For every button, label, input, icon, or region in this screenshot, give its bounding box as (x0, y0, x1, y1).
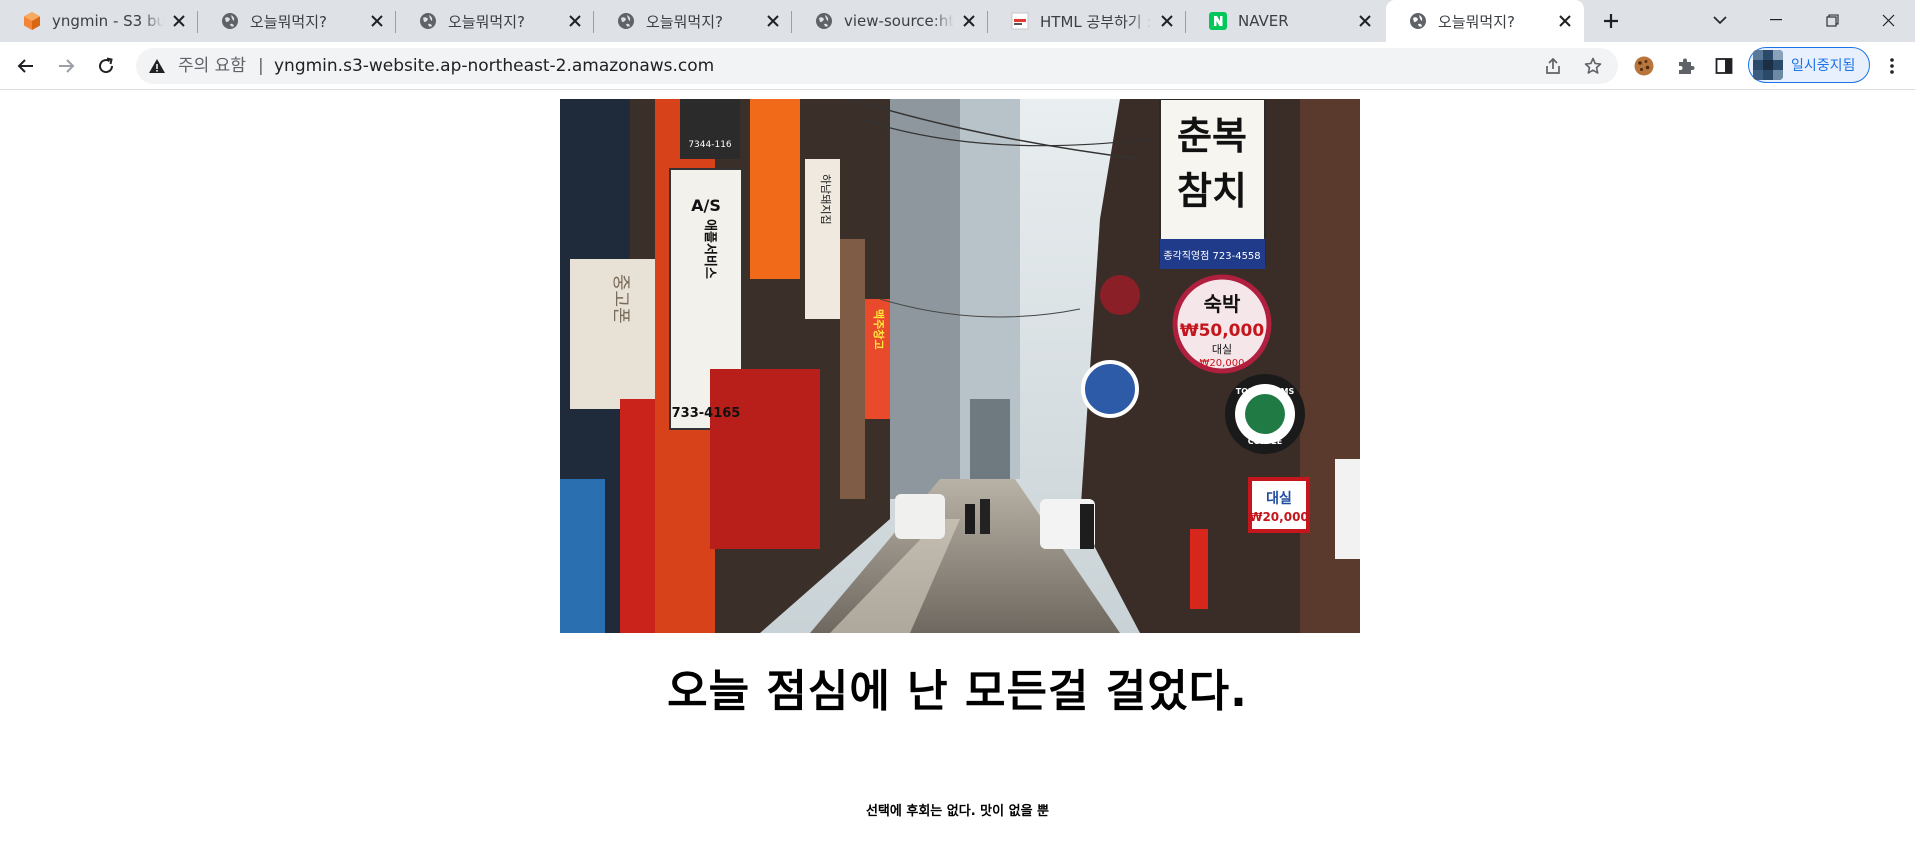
close-icon[interactable] (1556, 12, 1574, 30)
avatar (1753, 50, 1783, 80)
tab-ohneul-2[interactable]: 오늘뭐먹지? (396, 0, 594, 42)
page-content: 춘복 참치 종각직영점 723-4558 숙박 ₩50,000 대실 ₩20,0… (0, 90, 1915, 857)
sign-text: ₩50,000 (1180, 321, 1265, 341)
sign-text: 7344-116 (688, 140, 732, 150)
profile-status-label: 일시중지됨 (1791, 58, 1856, 74)
cookie-extension-button[interactable] (1628, 50, 1660, 82)
minimize-icon (1770, 19, 1782, 21)
sign-text: ₩20,000 (1200, 358, 1245, 369)
tab-ohneul-active[interactable]: 오늘뭐먹지? (1386, 0, 1584, 42)
url-text[interactable]: yngmin.s3-website.ap-northeast-2.amazona… (274, 48, 714, 84)
tab-title: yngmin - S3 bucket (52, 12, 164, 30)
sign-text: TOM N TOMS (1236, 387, 1295, 396)
share-icon (1546, 57, 1560, 74)
site-favicon (1010, 11, 1030, 31)
puzzle-icon (1679, 58, 1695, 74)
aws-s3-icon (22, 11, 42, 31)
sign-text: 733-4165 (672, 406, 741, 421)
close-window-button[interactable] (1860, 0, 1915, 40)
minimize-button[interactable] (1748, 0, 1804, 40)
globe-icon (418, 11, 438, 31)
warning-icon[interactable] (148, 57, 166, 75)
globe-icon (616, 11, 636, 31)
close-icon[interactable] (764, 12, 782, 30)
omnibox-divider: | (258, 56, 264, 76)
sign-text: 춘복 (1177, 114, 1247, 158)
close-icon[interactable] (1158, 12, 1176, 30)
reload-icon (99, 57, 114, 74)
tab-strip: yngmin - S3 bucket 오늘뭐먹지? 오늘뭐먹지? 오늘뭐먹지? … (0, 0, 1915, 42)
tab-ohneul-3[interactable]: 오늘뭐먹지? (594, 0, 792, 42)
tab-title: NAVER (1238, 12, 1289, 30)
sign-text: 중고폰 (610, 274, 631, 324)
close-icon[interactable] (368, 12, 386, 30)
close-icon (1882, 14, 1894, 26)
tab-title: 오늘뭐먹지? (448, 12, 525, 31)
sign-text: 하남돼지집 (819, 174, 833, 225)
tab-title: 오늘뭐먹지? (646, 12, 723, 31)
close-icon[interactable] (170, 12, 188, 30)
globe-icon (220, 11, 240, 31)
bookmark-button[interactable] (1578, 51, 1608, 81)
arrow-right-icon (59, 59, 75, 73)
address-bar[interactable]: 주의 요함 | yngmin.s3-website.ap-northeast-2… (136, 48, 1618, 84)
restore-icon (1825, 13, 1839, 27)
back-button[interactable] (10, 50, 42, 82)
star-icon (1584, 57, 1602, 74)
hero-image: 춘복 참치 종각직영점 723-4558 숙박 ₩50,000 대실 ₩20,0… (560, 99, 1360, 633)
plus-icon (1604, 14, 1618, 28)
close-icon[interactable] (960, 12, 978, 30)
tab-naver[interactable]: NAVER (1186, 0, 1384, 42)
security-status[interactable]: 주의 요함 (178, 48, 246, 84)
reload-button[interactable] (90, 50, 122, 82)
tab-title: 오늘뭐먹지? (1438, 12, 1515, 31)
side-panel-icon (1715, 58, 1733, 74)
sign-text: 참치 (1177, 169, 1247, 213)
naver-icon (1208, 11, 1228, 31)
tab-title: view-source:http:// (844, 12, 954, 30)
forward-button[interactable] (50, 50, 82, 82)
extensions-button[interactable] (1670, 50, 1702, 82)
sign-text: 맥주창고 (872, 309, 886, 349)
sign-text: COFFEE (1248, 437, 1283, 446)
sign-text: A/S (691, 196, 721, 215)
tab-title: 오늘뭐먹지? (250, 12, 327, 31)
share-button[interactable] (1538, 51, 1568, 81)
arrow-left-icon (17, 59, 33, 73)
tab-ohneul-1[interactable]: 오늘뭐먹지? (198, 0, 396, 42)
tab-aws-s3[interactable]: yngmin - S3 bucket (0, 0, 198, 42)
side-panel-button[interactable] (1708, 50, 1740, 82)
sign-text: 종각직영점 723-4558 (1163, 250, 1260, 262)
sign-text: ₩20,000 (1249, 510, 1309, 524)
profile-paused-button[interactable]: 일시중지됨 (1748, 47, 1870, 83)
globe-icon (814, 11, 834, 31)
tab-view-source[interactable]: view-source:http:// (792, 0, 988, 42)
close-icon[interactable] (566, 12, 584, 30)
menu-button[interactable] (1876, 50, 1908, 82)
restore-button[interactable] (1804, 0, 1860, 40)
chevron-down-icon (1713, 16, 1727, 25)
sign-text: 숙박 (1204, 292, 1241, 316)
sign-text: 대실 (1212, 343, 1232, 356)
sign-text: 애플서비스 (702, 219, 718, 279)
page-headline: 오늘 점심에 난 모든걸 걸었다. (667, 666, 1248, 717)
close-icon[interactable] (1356, 12, 1374, 30)
cookie-icon (1634, 56, 1654, 76)
more-vert-icon (1890, 58, 1894, 74)
new-tab-button[interactable] (1596, 6, 1626, 36)
tab-title: HTML 공부하기 : (1040, 12, 1152, 31)
globe-icon (1408, 11, 1428, 31)
tab-html-study[interactable]: HTML 공부하기 : (988, 0, 1186, 42)
page-subtext: 선택에 후회는 없다. 맛이 없을 뿐 (865, 804, 1050, 819)
browser-toolbar: 주의 요함 | yngmin.s3-website.ap-northeast-2… (0, 42, 1915, 90)
tab-search-button[interactable] (1692, 0, 1748, 40)
sign-text: 대실 (1266, 491, 1292, 507)
